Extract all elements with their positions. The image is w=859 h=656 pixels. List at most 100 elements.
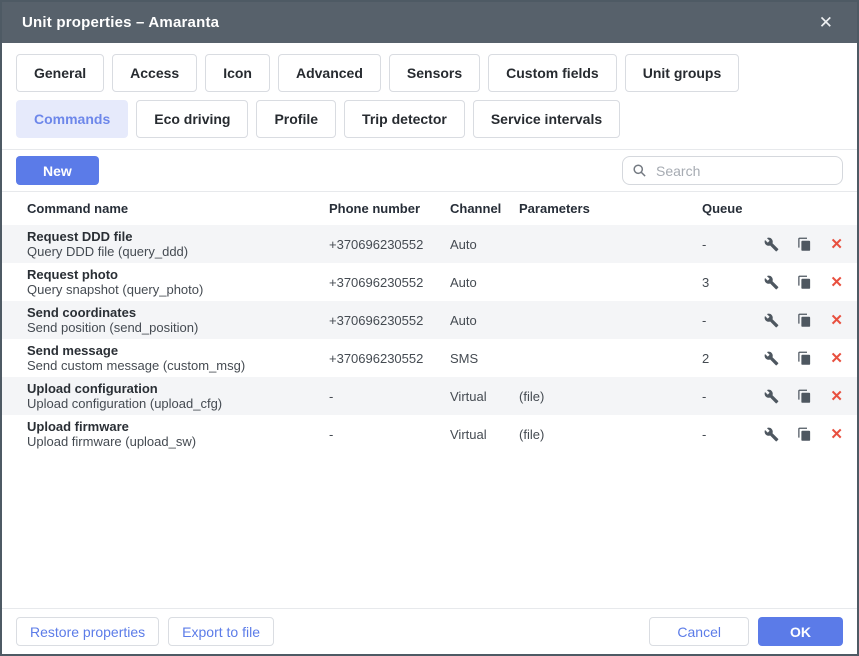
delete-x-icon: ✕ xyxy=(830,313,843,328)
col-channel: Channel xyxy=(450,201,519,216)
wrench-icon xyxy=(764,389,779,404)
delete-x-icon: ✕ xyxy=(830,351,843,366)
titlebar: Unit properties – Amaranta ✕ xyxy=(2,2,857,43)
search-icon xyxy=(632,163,647,178)
tab-trip-detector[interactable]: Trip detector xyxy=(344,100,465,138)
command-name: Send coordinates xyxy=(27,305,329,320)
tab-advanced[interactable]: Advanced xyxy=(278,54,381,92)
copy-command-button[interactable] xyxy=(797,351,812,366)
tab-general[interactable]: General xyxy=(16,54,104,92)
parameters: (file) xyxy=(519,389,702,404)
edit-command-button[interactable] xyxy=(764,351,779,366)
delete-command-button[interactable]: ✕ xyxy=(830,351,843,366)
row-actions: ✕ xyxy=(764,301,857,339)
tab-access[interactable]: Access xyxy=(112,54,197,92)
delete-x-icon: ✕ xyxy=(830,389,843,404)
row-actions: ✕ xyxy=(764,263,857,301)
delete-x-icon: ✕ xyxy=(830,237,843,252)
edit-command-button[interactable] xyxy=(764,275,779,290)
cancel-button[interactable]: Cancel xyxy=(649,617,749,646)
search-box[interactable] xyxy=(622,156,843,185)
table-row: Upload configuration Upload configuratio… xyxy=(2,377,857,415)
copy-command-button[interactable] xyxy=(797,237,812,252)
tab-unit-groups[interactable]: Unit groups xyxy=(625,54,740,92)
command-subtitle: Send custom message (custom_msg) xyxy=(27,358,329,373)
channel: Virtual xyxy=(450,427,519,442)
export-to-file-button[interactable]: Export to file xyxy=(168,617,274,646)
copy-icon xyxy=(797,351,812,366)
command-name: Request photo xyxy=(27,267,329,282)
queue: - xyxy=(702,389,764,404)
delete-command-button[interactable]: ✕ xyxy=(830,275,843,290)
wrench-icon xyxy=(764,237,779,252)
tab-eco-driving[interactable]: Eco driving xyxy=(136,100,248,138)
command-name-cell: Request photo Query snapshot (query_phot… xyxy=(27,263,329,301)
toolbar: New xyxy=(2,149,857,192)
copy-command-button[interactable] xyxy=(797,275,812,290)
col-queue: Queue xyxy=(702,201,764,216)
delete-command-button[interactable]: ✕ xyxy=(830,313,843,328)
queue: - xyxy=(702,313,764,328)
table-row: Request DDD file Query DDD file (query_d… xyxy=(2,225,857,263)
commands-table: Request DDD file Query DDD file (query_d… xyxy=(2,225,857,453)
copy-icon xyxy=(797,427,812,442)
phone-number: - xyxy=(329,427,450,442)
search-input[interactable] xyxy=(654,162,833,180)
tab-sensors[interactable]: Sensors xyxy=(389,54,480,92)
command-subtitle: Upload firmware (upload_sw) xyxy=(27,434,329,449)
channel: Auto xyxy=(450,275,519,290)
command-subtitle: Query snapshot (query_photo) xyxy=(27,282,329,297)
command-name: Request DDD file xyxy=(27,229,329,244)
row-actions: ✕ xyxy=(764,339,857,377)
queue: 2 xyxy=(702,351,764,366)
tab-service-intervals[interactable]: Service intervals xyxy=(473,100,620,138)
row-actions: ✕ xyxy=(764,415,857,453)
ok-button[interactable]: OK xyxy=(758,617,843,646)
command-name-cell: Upload configuration Upload configuratio… xyxy=(27,377,329,415)
wrench-icon xyxy=(764,313,779,328)
delete-command-button[interactable]: ✕ xyxy=(830,427,843,442)
edit-command-button[interactable] xyxy=(764,389,779,404)
edit-command-button[interactable] xyxy=(764,237,779,252)
row-actions: ✕ xyxy=(764,377,857,415)
footer: Restore properties Export to file Cancel… xyxy=(2,608,857,654)
empty-area xyxy=(2,453,857,608)
command-name-cell: Send message Send custom message (custom… xyxy=(27,339,329,377)
tab-custom-fields[interactable]: Custom fields xyxy=(488,54,617,92)
channel: Virtual xyxy=(450,389,519,404)
dialog-title: Unit properties – Amaranta xyxy=(22,14,815,31)
tab-commands[interactable]: Commands xyxy=(16,100,128,138)
channel: SMS xyxy=(450,351,519,366)
delete-command-button[interactable]: ✕ xyxy=(830,389,843,404)
edit-command-button[interactable] xyxy=(764,427,779,442)
new-command-button[interactable]: New xyxy=(16,156,99,185)
edit-command-button[interactable] xyxy=(764,313,779,328)
wrench-icon xyxy=(764,275,779,290)
command-name-cell: Upload firmware Upload firmware (upload_… xyxy=(27,415,329,453)
table-row: Upload firmware Upload firmware (upload_… xyxy=(2,415,857,453)
phone-number: +370696230552 xyxy=(329,313,450,328)
col-phone-number: Phone number xyxy=(329,201,450,216)
restore-properties-button[interactable]: Restore properties xyxy=(16,617,159,646)
copy-icon xyxy=(797,275,812,290)
delete-command-button[interactable]: ✕ xyxy=(830,237,843,252)
command-name: Upload firmware xyxy=(27,419,329,434)
queue: - xyxy=(702,427,764,442)
tab-icon[interactable]: Icon xyxy=(205,54,270,92)
close-icon[interactable]: ✕ xyxy=(815,12,837,33)
copy-command-button[interactable] xyxy=(797,427,812,442)
copy-icon xyxy=(797,389,812,404)
delete-x-icon: ✕ xyxy=(830,275,843,290)
channel: Auto xyxy=(450,237,519,252)
copy-command-button[interactable] xyxy=(797,389,812,404)
col-parameters: Parameters xyxy=(519,201,702,216)
phone-number: +370696230552 xyxy=(329,275,450,290)
copy-command-button[interactable] xyxy=(797,313,812,328)
tab-profile[interactable]: Profile xyxy=(256,100,336,138)
channel: Auto xyxy=(450,313,519,328)
command-name-cell: Request DDD file Query DDD file (query_d… xyxy=(27,225,329,263)
phone-number: - xyxy=(329,389,450,404)
queue: 3 xyxy=(702,275,764,290)
queue: - xyxy=(702,237,764,252)
copy-icon xyxy=(797,237,812,252)
